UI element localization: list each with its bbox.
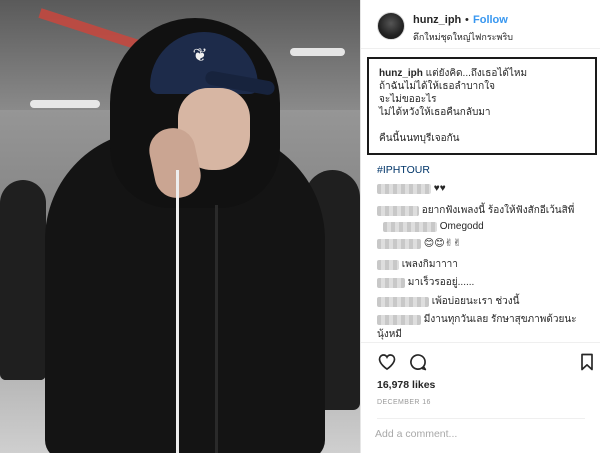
photo-ceiling-light [30,100,100,108]
speech-bubble-icon[interactable] [408,352,428,372]
comment-text: ♥♥ [433,183,446,194]
header-separator: • [465,14,469,26]
photo-zipper [215,205,218,453]
bookmark-icon[interactable] [577,352,597,372]
post-photo[interactable]: ❦ [0,0,360,453]
comment-item: Omegodd [377,221,484,232]
header-divider [361,48,600,49]
blurred-username[interactable] [377,296,429,307]
comment-item: เพลงกิมาาาา [377,257,458,272]
comment-text: มาเร็วรออยู่...... [407,277,475,288]
blurred-username[interactable] [377,183,431,194]
comment-item: อยากฟังเพลงนี้ ร้องให้ฟังสักอีเว้นสิพี่ [377,203,574,218]
comment-item: เพ้อบ่อยนะเรา ช่วงนี้ [377,294,520,309]
blurred-username[interactable] [377,259,399,270]
comment-text: มีงานทุกวันเลย รักษาสุขภาพด้วยนะ [423,314,577,325]
heart-outline-icon[interactable] [377,352,397,372]
comment-item: มาเร็วรออยู่...... [377,275,474,290]
comment-item: ♥♥ [377,183,446,194]
comment-text: เพ้อบ่อยนะเรา ช่วงนี้ [431,296,520,307]
post-side-panel: hunz_iph • Follow ตึกใหม่ชุดใหญ่ไฟกระพริ… [360,0,600,453]
post-username[interactable]: hunz_iph [413,14,461,26]
comment-text: เพลงกิมาาาา [401,259,458,270]
post-caption: hunz_iph แต่ยังคิด...ถึงเธอได้ไหม ถ้าฉัน… [367,57,597,155]
likes-count[interactable]: 16,978 likes [377,379,435,391]
comment-item: นุ้งหมี [377,327,402,342]
comment-item: 😊😊✌✌ [377,238,461,249]
comment-divider [377,418,585,419]
hashtag-link[interactable]: #IPHTOUR [377,164,430,176]
post-actions [361,348,600,376]
caption-username[interactable]: hunz_iph [379,68,423,79]
follow-button[interactable]: Follow [473,14,508,26]
blurred-username[interactable] [377,314,421,325]
avatar[interactable] [377,12,405,40]
blurred-username[interactable] [377,238,421,249]
blurred-username[interactable] [377,277,405,288]
blurred-username[interactable] [383,221,437,232]
caption-line: ถ้าฉันไม่ได้ให้เธอลำบากใจ [379,81,495,92]
caption-line: ไม่ได้หวังให้เธอคืนกลับมา [379,107,491,118]
comment-text: อยากฟังเพลงนี้ ร้องให้ฟังสักอีเว้นสิพี่ [421,205,575,216]
photo-background-person [0,180,46,380]
caption-line: จะไม่ขออะไร [379,94,437,105]
photo-ceiling-light [290,48,345,56]
comment-text: 😊😊✌✌ [423,238,462,249]
post-date: DECEMBER 16 [377,399,431,406]
caption-line: แต่ยังคิด...ถึงเธอได้ไหม [425,68,528,79]
actions-divider [361,342,600,343]
add-comment-input[interactable] [375,424,575,444]
post-location[interactable]: ตึกใหม่ชุดใหญ่ไฟกระพริบ [413,30,513,44]
photo-earphone-cable [176,170,179,453]
comment-text: Omegodd [439,221,484,232]
comment-item: มีงานทุกวันเลย รักษาสุขภาพด้วยนะ [377,312,577,327]
post-header: hunz_iph • Follow ตึกใหม่ชุดใหญ่ไฟกระพริ… [361,0,600,48]
caption-line: คืนนี้นนทบุรีเจอกัน [379,133,460,144]
comment-text: นุ้งหมี [377,329,402,340]
bunny-logo-icon: ❦ [192,45,208,65]
blurred-username[interactable] [377,205,419,216]
